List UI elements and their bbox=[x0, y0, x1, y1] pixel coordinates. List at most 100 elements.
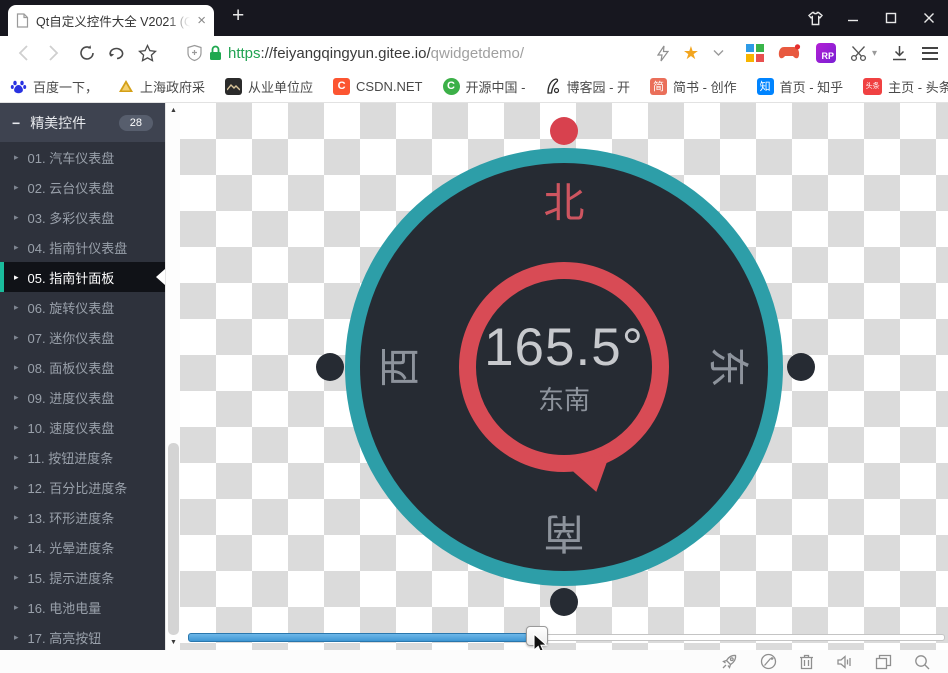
bookmark-label: CSDN.NET bbox=[356, 79, 422, 94]
compass-top-dot bbox=[550, 117, 578, 145]
compass-readout: 165.5° 东南 bbox=[459, 262, 669, 472]
sidebar-item-11[interactable]: ▸11. 按钮进度条 bbox=[0, 442, 165, 472]
sidebar-item-06[interactable]: ▸06. 旋转仪表盘 bbox=[0, 292, 165, 322]
sidebar-item-label: 15. 提示进度条 bbox=[28, 568, 115, 587]
item-arrow-icon: ▸ bbox=[14, 422, 19, 433]
bookmark-toutiao[interactable]: 头条 主页 - 头条 bbox=[863, 77, 948, 96]
bookmark-cnblogs[interactable]: 博客园 - 开 bbox=[545, 77, 630, 96]
item-arrow-icon: ▸ bbox=[14, 242, 19, 253]
cnblogs-icon bbox=[545, 78, 560, 94]
bookmark-csdn[interactable]: C CSDN.NET bbox=[333, 78, 422, 95]
sidebar-item-label: 04. 指南针仪表盘 bbox=[28, 238, 128, 257]
sidebar-item-17[interactable]: ▸17. 高亮按钮 bbox=[0, 622, 165, 652]
sidebar-item-13[interactable]: ▸13. 环形进度条 bbox=[0, 502, 165, 532]
speed-dial-icon[interactable] bbox=[760, 653, 777, 670]
screenshot-tool[interactable]: ▾ bbox=[850, 45, 877, 62]
rp-plugin-icon[interactable]: RP bbox=[816, 43, 836, 63]
download-icon[interactable] bbox=[891, 45, 908, 62]
sidebar-item-label: 12. 百分比进度条 bbox=[28, 478, 128, 497]
sidebar-item-05-selected[interactable]: ▸ 05. 指南针面板 bbox=[0, 262, 165, 292]
heading-slider-fill bbox=[188, 633, 528, 642]
sidebar-item-09[interactable]: ▸ 09. 进度仪表盘 bbox=[0, 382, 165, 412]
bookmark-label: 上海政府采 bbox=[140, 77, 205, 96]
toolbar-right: ★ RP ▾ bbox=[657, 43, 938, 63]
search-zoom-icon[interactable] bbox=[914, 654, 930, 670]
maximize-button[interactable] bbox=[872, 0, 910, 36]
item-arrow-icon: ▸ bbox=[14, 602, 19, 613]
volume-icon[interactable] bbox=[836, 654, 853, 670]
back-button[interactable] bbox=[8, 45, 38, 61]
sidebar-group-header[interactable]: − 精美控件 28 bbox=[0, 103, 165, 142]
sidebar-item-08[interactable]: ▸08. 面板仪表盘 bbox=[0, 352, 165, 382]
sidebar-scrollbar[interactable]: ▲ ▼ bbox=[165, 103, 180, 650]
sidebar-item-16[interactable]: ▸16. 电池电量 bbox=[0, 592, 165, 622]
compass-east-label: 东 bbox=[702, 347, 762, 388]
chevron-down-icon[interactable] bbox=[713, 49, 724, 57]
scroll-up-icon[interactable]: ▲ bbox=[166, 103, 181, 118]
sidebar-item-label: 01. 汽车仪表盘 bbox=[28, 148, 115, 167]
sidebar-item-02[interactable]: ▸02. 云台仪表盘 bbox=[0, 172, 165, 202]
sidebar-item-07[interactable]: ▸07. 迷你仪表盘 bbox=[0, 322, 165, 352]
csdn-icon: C bbox=[333, 78, 350, 95]
item-arrow-icon: ▸ bbox=[14, 482, 19, 493]
game-center-icon[interactable] bbox=[778, 44, 802, 62]
url-host: ://feiyangqingyun.gitee.io/ bbox=[261, 45, 431, 62]
new-tab-button[interactable]: + bbox=[232, 4, 244, 28]
rocket-icon[interactable] bbox=[721, 653, 738, 670]
sidebar-item-14[interactable]: ▸14. 光晕进度条 bbox=[0, 532, 165, 562]
compass-right-dot bbox=[787, 353, 815, 381]
bookmark-jianshu[interactable]: 简 简书 - 创作 bbox=[650, 77, 737, 96]
forward-button[interactable] bbox=[38, 45, 68, 61]
refresh-button[interactable] bbox=[72, 44, 102, 62]
bookmark-zhihu[interactable]: 知 首页 - 知乎 bbox=[757, 77, 844, 96]
sidebar-group-title: 精美控件 bbox=[30, 113, 86, 133]
lightning-icon[interactable] bbox=[657, 45, 669, 62]
refresh-icon bbox=[78, 44, 96, 62]
oschina-icon: C bbox=[443, 78, 460, 95]
apps-grid-icon[interactable] bbox=[746, 44, 764, 62]
address-bar[interactable]: https://feiyangqingyun.gitee.io/qwidgetd… bbox=[186, 44, 524, 62]
bookmarks-overflow-icon[interactable]: » bbox=[926, 78, 934, 94]
sidebar-item-01[interactable]: ▸01. 汽车仪表盘 bbox=[0, 142, 165, 172]
undo-button[interactable] bbox=[102, 45, 132, 61]
close-button[interactable] bbox=[910, 0, 948, 36]
item-arrow-icon: ▸ bbox=[14, 392, 19, 403]
minimize-button[interactable] bbox=[834, 0, 872, 36]
tab-title: Qt自定义控件大全 V2021 (Q bbox=[36, 11, 190, 30]
page-icon bbox=[16, 13, 29, 28]
sidebar-item-03[interactable]: ▸03. 多彩仪表盘 bbox=[0, 202, 165, 232]
sidebar-item-label: 17. 高亮按钮 bbox=[28, 628, 102, 647]
item-arrow-icon: ▸ bbox=[14, 272, 19, 283]
bookmark-congye[interactable]: 从业单位应 bbox=[225, 77, 313, 96]
sidebar-item-15[interactable]: ▸ 15. 提示进度条 bbox=[0, 562, 165, 592]
item-arrow-icon: ▸ bbox=[14, 572, 19, 583]
bookmark-baidu[interactable]: 百度一下， bbox=[10, 77, 98, 96]
heading-direction: 东南 bbox=[538, 380, 590, 417]
bookmarked-star-icon[interactable]: ★ bbox=[683, 44, 699, 62]
tab-close-icon[interactable]: × bbox=[197, 13, 206, 28]
browser-tab[interactable]: Qt自定义控件大全 V2021 (Q × bbox=[8, 5, 214, 36]
sidebar-item-10[interactable]: ▸10. 速度仪表盘 bbox=[0, 412, 165, 442]
sidebar-item-04[interactable]: ▸ 04. 指南针仪表盘 bbox=[0, 232, 165, 262]
sidebar-item-label: 09. 进度仪表盘 bbox=[28, 388, 115, 407]
item-arrow-icon: ▸ bbox=[14, 182, 19, 193]
favorite-button[interactable] bbox=[132, 44, 162, 62]
collapse-icon[interactable]: − bbox=[12, 115, 20, 131]
star-outline-icon bbox=[138, 44, 157, 62]
multi-window-icon[interactable] bbox=[875, 654, 892, 670]
bookmark-label: 博客园 - 开 bbox=[566, 77, 630, 96]
sidebar: − 精美控件 28 ▸01. 汽车仪表盘 ▸02. 云台仪表盘 ▸03. 多彩仪… bbox=[0, 103, 165, 650]
trash-icon[interactable] bbox=[799, 653, 814, 670]
sidebar-item-12[interactable]: ▸ 12. 百分比进度条 bbox=[0, 472, 165, 502]
bookmark-oschina[interactable]: C 开源中国 - bbox=[443, 77, 526, 96]
url-text: https://feiyangqingyun.gitee.io/qwidgetd… bbox=[228, 45, 524, 62]
menu-icon[interactable] bbox=[922, 47, 938, 60]
scroll-down-icon[interactable]: ▼ bbox=[166, 635, 181, 650]
scrollbar-thumb[interactable] bbox=[168, 443, 179, 635]
theme-skin-button[interactable] bbox=[796, 0, 834, 36]
minimize-icon bbox=[847, 12, 859, 24]
sidebar-item-label: 05. 指南针面板 bbox=[28, 268, 115, 287]
compass-south-label: 南 bbox=[544, 507, 585, 567]
back-icon bbox=[18, 45, 29, 61]
bookmark-shanghai-gov[interactable]: 上海政府采 bbox=[118, 77, 205, 96]
